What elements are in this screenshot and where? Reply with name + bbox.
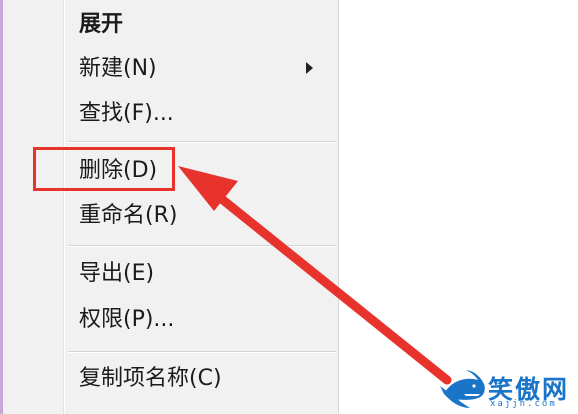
shark-logo-icon — [440, 370, 485, 408]
site-watermark: 笑傲网 xajjn.com — [440, 368, 576, 412]
annotation-arrow-icon — [178, 166, 452, 385]
watermark-site-url: xajjn.com — [490, 399, 557, 409]
